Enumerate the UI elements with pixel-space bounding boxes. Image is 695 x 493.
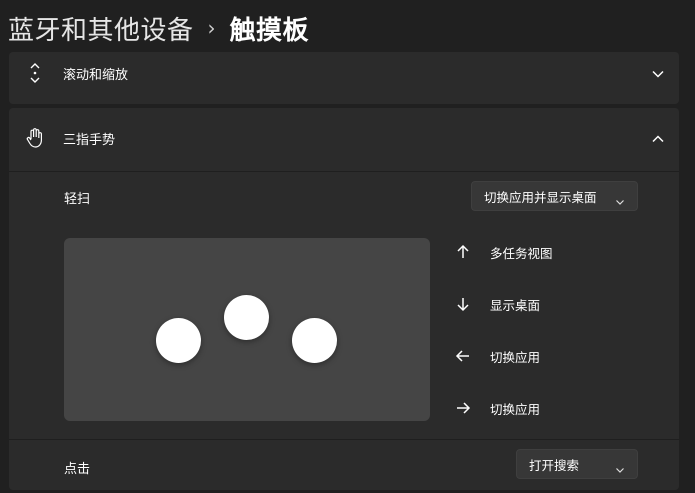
three-finger-gestures-card: 三指手势 轻扫 切换应用并显示桌面 多任务视图 显示桌面 切换应用 切换应用 点… [9,108,679,490]
divider [9,171,679,172]
chevron-down-icon[interactable] [651,66,665,80]
gesture-label: 切换应用 [490,401,541,417]
arrow-up-icon [454,243,472,261]
tap-dropdown-value: 打开搜索 [529,457,580,473]
chevron-down-icon [615,192,625,205]
tap-label: 点击 [64,462,91,477]
scroll-arrows-icon [24,62,46,84]
scroll-zoom-label: 滚动和缩放 [63,67,129,83]
gesture-label: 显示桌面 [490,297,541,313]
finger-dot [156,318,201,363]
arrow-down-icon [454,295,472,313]
three-finger-label: 三指手势 [63,132,116,148]
gesture-item-left: 切换应用 [454,344,540,368]
hand-icon [24,127,46,149]
swipe-label: 轻扫 [64,192,91,207]
swipe-dropdown[interactable]: 切换应用并显示桌面 [471,181,638,211]
arrow-right-icon [454,399,472,417]
gesture-label: 切换应用 [490,349,541,365]
touchpad-illustration [64,238,430,421]
breadcrumb-separator: › [207,16,216,40]
tap-dropdown[interactable]: 打开搜索 [516,449,638,479]
gesture-item-right: 切换应用 [454,396,540,420]
chevron-up-icon[interactable] [651,131,665,145]
gesture-item-up: 多任务视图 [454,240,553,264]
three-finger-header[interactable]: 三指手势 [9,108,679,168]
page-title: 触摸板 [229,15,310,46]
finger-dot [224,295,269,340]
divider [9,439,679,440]
chevron-down-icon [615,460,625,473]
swipe-dropdown-value: 切换应用并显示桌面 [484,189,597,205]
scroll-zoom-card: 滚动和缩放 [9,52,679,104]
finger-dot [292,318,337,363]
breadcrumb: 蓝牙和其他设备 › 触摸板 [0,0,695,56]
gesture-label: 多任务视图 [490,245,553,261]
scroll-zoom-header[interactable]: 滚动和缩放 [9,52,679,94]
breadcrumb-parent-link[interactable]: 蓝牙和其他设备 [8,10,194,47]
arrow-left-icon [454,347,472,365]
gesture-item-down: 显示桌面 [454,292,540,316]
